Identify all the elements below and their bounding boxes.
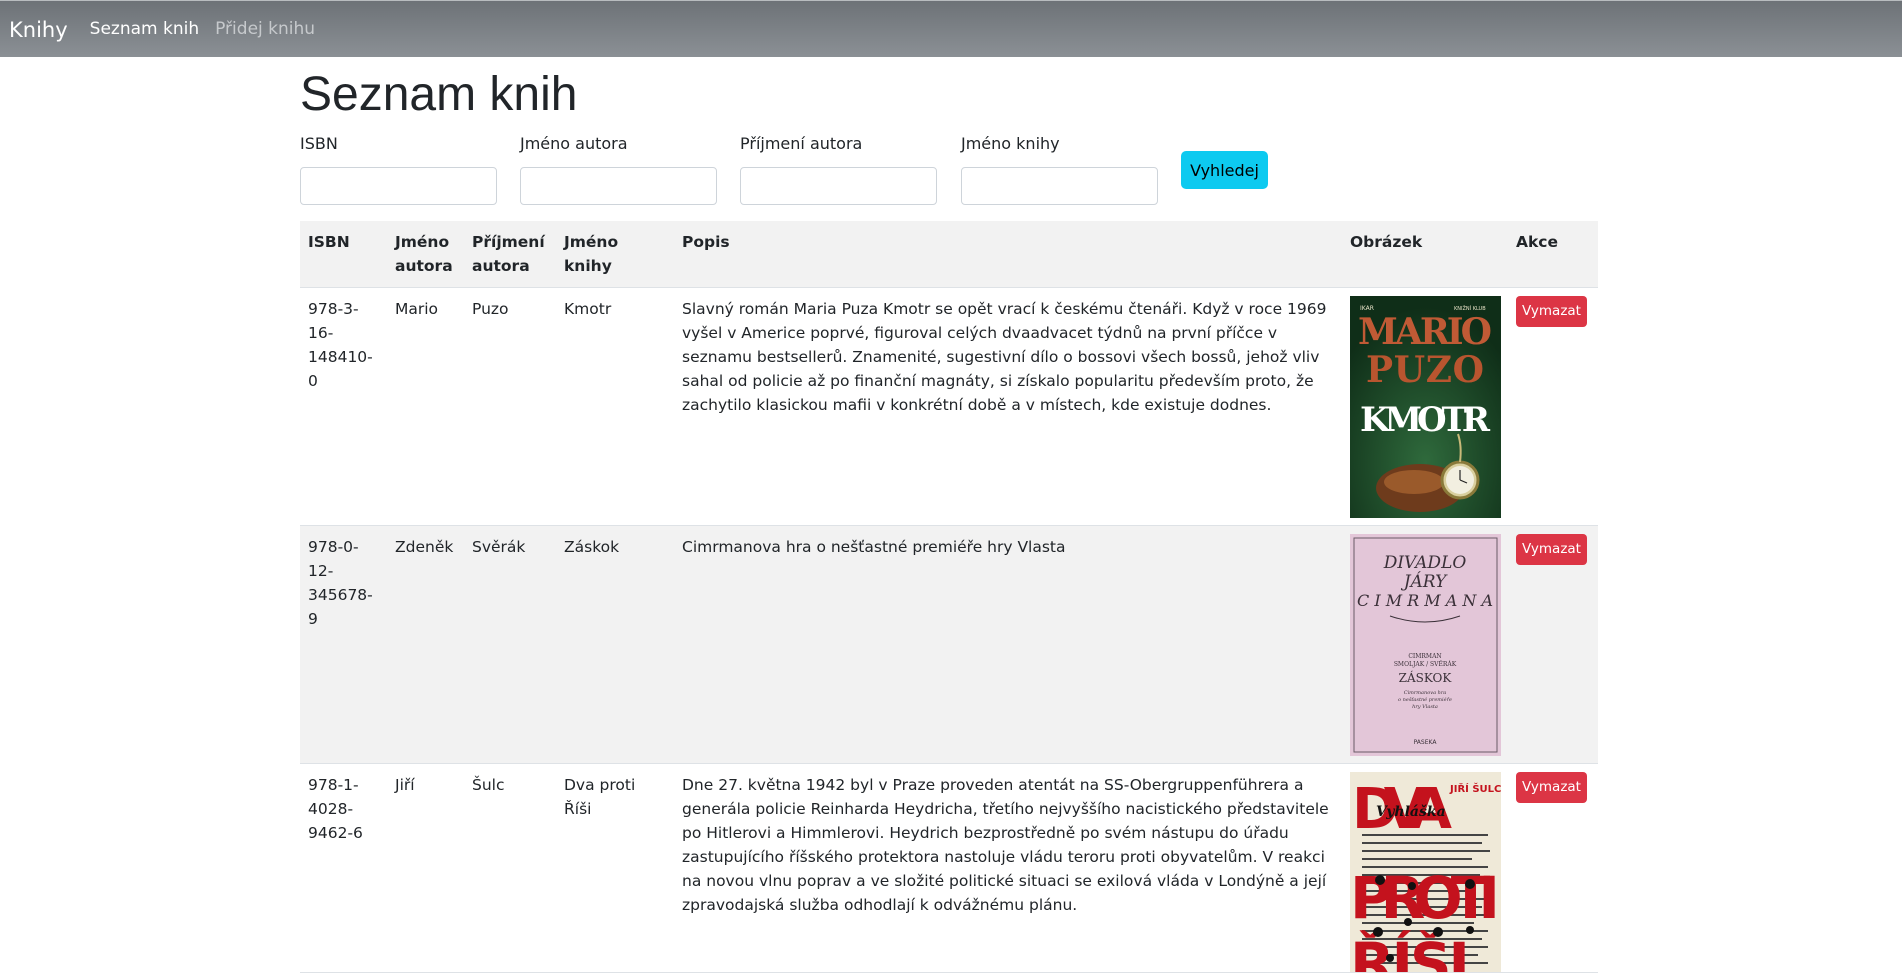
page-title: Seznam knih (300, 68, 578, 121)
cover-line3: KMOTR (1360, 400, 1491, 440)
cell-book-name: Záskok (556, 525, 674, 764)
books-table: ISBN Jméno autora Příjmení autora Jméno … (300, 221, 1598, 973)
cover-stamp: Vyhláška (1376, 804, 1446, 820)
header-action: Akce (1508, 221, 1598, 288)
cell-action: Vymazat (1508, 287, 1598, 526)
book-name-input[interactable] (961, 167, 1158, 205)
cover-sub1: Cimrmanova hra (1404, 690, 1447, 696)
cell-author-last: Svěrák (464, 525, 556, 764)
cell-action: Vymazat (1508, 763, 1598, 973)
navbar-brand[interactable]: Knihy (9, 18, 68, 42)
search-button[interactable]: Vyhledej (1181, 151, 1268, 189)
cover-name: ZÁSKOK (1399, 670, 1453, 685)
book-cover-kmotr: IKAR KNIŽNÍ KLUB MARIO PUZO KMOTR (1350, 296, 1501, 518)
cell-description: Cimrmanova hra o nešťastné premiéře hry … (674, 525, 1342, 764)
cell-isbn: 978-3-16-148410-0 (300, 287, 387, 526)
cell-author-last: Puzo (464, 287, 556, 526)
cover-publisher: PASEKA (1414, 739, 1438, 746)
cell-isbn: 978-1-4028-9462-6 (300, 763, 387, 973)
filter-author-last: Příjmení autora (740, 133, 937, 205)
search-form: ISBN Jméno autora Příjmení autora Jméno … (300, 133, 1598, 221)
cover-author: JIŘÍ ŠULC (1449, 782, 1501, 795)
header-description: Popis (674, 221, 1342, 288)
author-first-label: Jméno autora (520, 134, 628, 153)
author-last-label: Příjmení autora (740, 134, 863, 153)
cell-author-first: Jiří (387, 763, 464, 973)
book-name-label: Jméno knihy (961, 134, 1060, 153)
delete-button[interactable]: Vymazat (1516, 296, 1587, 327)
header-image: Obrázek (1342, 221, 1508, 288)
cover-line3: ŘÍŠI (1350, 929, 1470, 972)
cell-image: DVA JIŘÍ ŠULC Vyhláška PROTI ŘÍŠI (1342, 763, 1508, 973)
cover-line2: PUZO (1366, 349, 1484, 391)
cover-line2: PROTI (1350, 864, 1500, 932)
filter-isbn: ISBN (300, 133, 497, 205)
header-book-name: Jméno knihy (556, 221, 674, 288)
book-cover-dva-proti-risi: DVA JIŘÍ ŠULC Vyhláška PROTI ŘÍŠI (1350, 772, 1501, 972)
delete-button[interactable]: Vymazat (1516, 772, 1587, 803)
cell-author-first: Zdeněk (387, 525, 464, 764)
table-row: 978-1-4028-9462-6 Jiří Šulc Dva proti Ří… (300, 763, 1598, 973)
book-cover-zaskok: DIVADLO JÁRY CIMRMANA CIMRMAN SMOLJAK / … (1350, 534, 1501, 756)
cover-sub3: hry Vlasta (1412, 704, 1438, 710)
cell-isbn: 978-0-12-345678-9 (300, 525, 387, 764)
filter-book-name: Jméno knihy (961, 133, 1158, 205)
author-first-input[interactable] (520, 167, 717, 205)
table-header-row: ISBN Jméno autora Příjmení autora Jméno … (300, 221, 1598, 288)
nav-link-add-book[interactable]: Přidej knihu (215, 19, 315, 39)
nav-link-book-list[interactable]: Seznam knih (90, 19, 199, 39)
cell-book-name: Kmotr (556, 287, 674, 526)
cover-authors1: CIMRMAN (1408, 653, 1441, 660)
cover-line2: JÁRY (1401, 571, 1448, 592)
author-last-input[interactable] (740, 167, 937, 205)
cover-line1: DIVADLO (1383, 553, 1467, 573)
cell-image: IKAR KNIŽNÍ KLUB MARIO PUZO KMOTR (1342, 287, 1508, 526)
table-row: 978-3-16-148410-0 Mario Puzo Kmotr Slavn… (300, 287, 1598, 526)
isbn-input[interactable] (300, 167, 497, 205)
navbar: Knihy Seznam knih Přidej knihu (0, 0, 1902, 57)
cell-author-last: Šulc (464, 763, 556, 973)
cell-image: DIVADLO JÁRY CIMRMANA CIMRMAN SMOLJAK / … (1342, 525, 1508, 764)
filter-author-first: Jméno autora (520, 133, 717, 205)
cover-line1: MARIO (1358, 311, 1492, 353)
isbn-label: ISBN (300, 134, 338, 153)
cell-description: Slavný román Maria Puza Kmotr se opět vr… (674, 287, 1342, 526)
cell-description: Dne 27. května 1942 byl v Praze proveden… (674, 763, 1342, 973)
delete-button[interactable]: Vymazat (1516, 534, 1587, 565)
cell-action: Vymazat (1508, 525, 1598, 764)
header-author-first: Jméno autora (387, 221, 464, 288)
cell-book-name: Dva proti Říši (556, 763, 674, 973)
header-author-last: Příjmení autora (464, 221, 556, 288)
cover-sub2: o nešťastné premiéře (1398, 696, 1452, 703)
cover-line3: CIMRMANA (1357, 591, 1493, 610)
cover-authors2: SMOLJAK / SVĚRÁK (1394, 660, 1457, 668)
table-row: 978-0-12-345678-9 Zdeněk Svěrák Záskok C… (300, 525, 1598, 764)
header-isbn: ISBN (300, 221, 387, 288)
cell-author-first: Mario (387, 287, 464, 526)
main-container: Seznam knih ISBN Jméno autora Příjmení a… (300, 57, 1598, 973)
